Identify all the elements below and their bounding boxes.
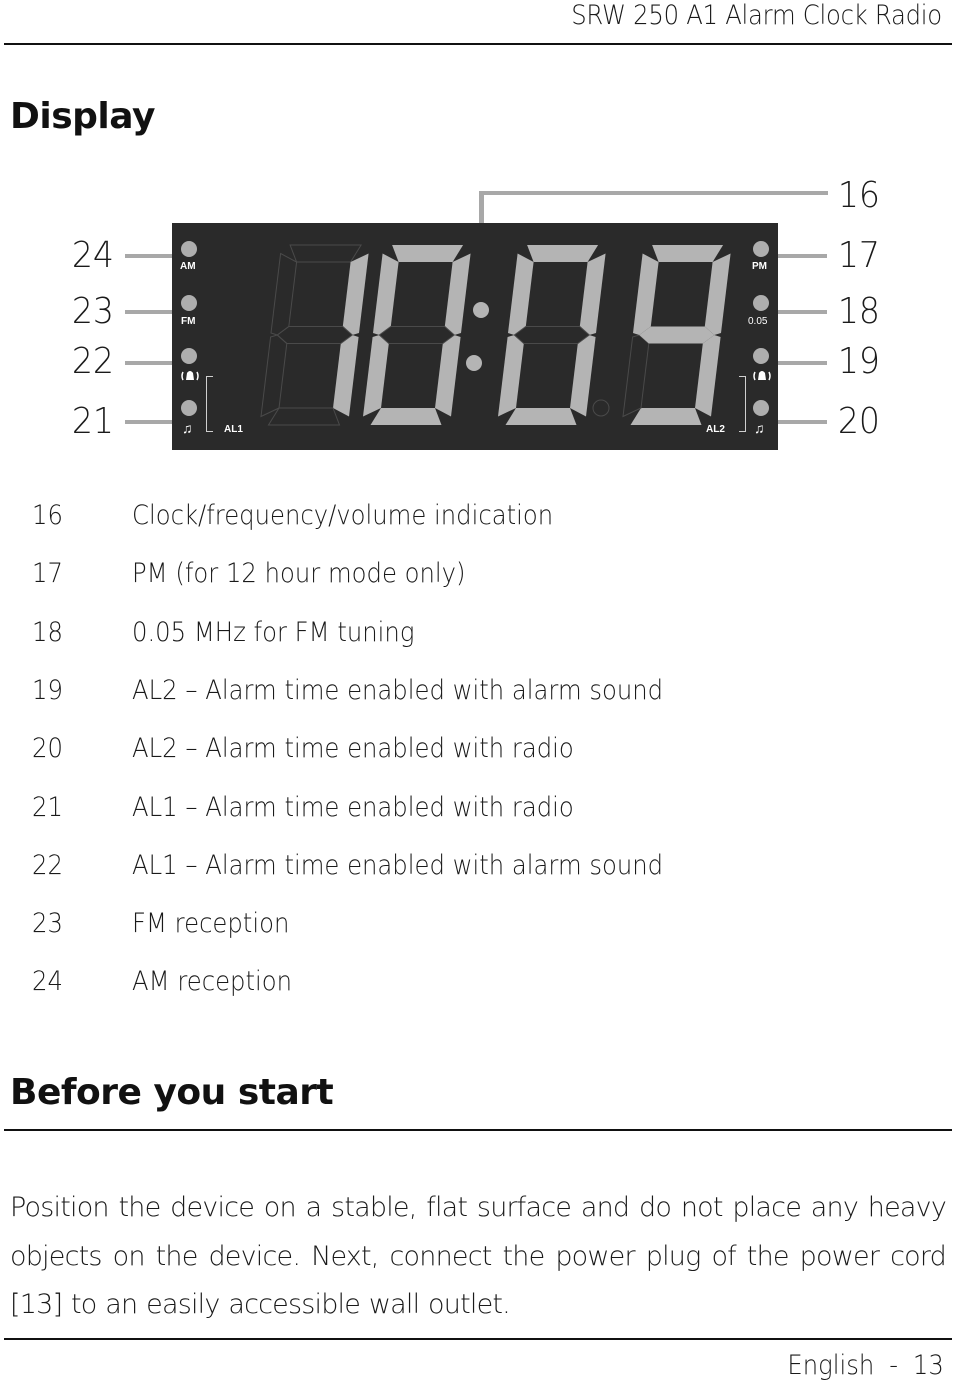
- footer-language: English: [787, 1350, 875, 1381]
- legend-number: 22: [32, 849, 63, 881]
- digit-4-segment-e: [622, 334, 650, 418]
- running-header-title: SRW 250 A1 Alarm Clock Radio: [571, 0, 942, 31]
- legend-number: 20: [32, 733, 63, 765]
- digit-2-segment-a: [392, 245, 464, 262]
- digit-4-segment-d: [630, 408, 702, 425]
- digit-4-segment-f: [633, 253, 659, 335]
- before-you-start-paragraph: Position the device on a stable, flat su…: [10, 1192, 947, 1320]
- legend-number: 24: [32, 966, 63, 998]
- digit-2-segment-d: [370, 408, 442, 425]
- legend-number: 23: [32, 908, 63, 940]
- leader-line-20: [770, 420, 827, 424]
- callout-22: 22: [71, 341, 114, 382]
- legend-number: 21: [32, 791, 63, 823]
- digit-1-segment-e: [260, 334, 288, 418]
- legend-description: AM reception: [132, 966, 293, 998]
- legend-number: 19: [32, 674, 63, 706]
- digit-2-segment-c: [435, 335, 461, 417]
- digit-1-segment-b: [342, 253, 369, 335]
- digit-1-segment-d: [267, 407, 341, 426]
- seven-segment-clock-display: [260, 244, 731, 426]
- legend-description: AL2 – Alarm time enabled with radio: [132, 733, 574, 765]
- digit-3-segment-e: [498, 335, 524, 417]
- legend-description: Clock/frequency/volume indication: [132, 500, 554, 531]
- digit-3-segment-a: [527, 245, 599, 262]
- digit-2-segment-g: [378, 326, 456, 344]
- digit-2-segment-f: [373, 253, 399, 335]
- callout-17: 17: [837, 235, 880, 276]
- legend-description: AL1 – Alarm time enabled with radio: [132, 791, 574, 823]
- legend-number: 16: [32, 500, 63, 531]
- digit-4-segment-g: [639, 326, 715, 344]
- legend-number: 17: [32, 558, 63, 590]
- legend-description: 0.05 MHz for FM tuning: [132, 616, 415, 648]
- digit-3-segment-f: [508, 253, 534, 335]
- callout-16: 16: [837, 175, 880, 216]
- digit-3-segment-b: [579, 253, 606, 335]
- digit-2-segment-b: [444, 253, 471, 335]
- page-footer: English - 13: [788, 1350, 944, 1381]
- leader-line-19: [770, 361, 827, 365]
- digit-4-segment-c: [695, 335, 721, 417]
- footer-separator: -: [889, 1350, 899, 1381]
- footer-rule: [4, 1338, 952, 1340]
- section-heading-before-you-start: Before you start: [10, 1072, 334, 1113]
- digit-3-segment-d: [505, 408, 577, 425]
- digit-1-segment-c: [333, 335, 359, 417]
- legend-description: AL1 – Alarm time enabled with alarm soun…: [132, 849, 664, 881]
- callout-21: 21: [71, 401, 114, 442]
- lcd-panel: AM FM ♫ AL1 PM 0.05 ♫ AL2: [172, 223, 778, 450]
- digit-4-segment-b: [704, 253, 731, 335]
- leader-line-18: [770, 310, 827, 314]
- section-rule: [4, 1129, 952, 1131]
- section-heading-display: Display: [10, 96, 155, 137]
- digit-1-segment-a: [289, 244, 362, 263]
- callout-18: 18: [837, 291, 880, 332]
- callout-20: 20: [837, 401, 880, 442]
- leader-line-17: [770, 254, 827, 258]
- callout-24: 24: [71, 235, 114, 276]
- legend-number: 18: [32, 616, 63, 648]
- digit-3-segment-c: [570, 335, 596, 417]
- colon-dot-bottom: [466, 355, 482, 371]
- leader-line-16-horizontal: [479, 191, 828, 195]
- legend-description: PM (for 12 hour mode only): [132, 558, 466, 590]
- legend-description: AL2 – Alarm time enabled with alarm soun…: [132, 674, 664, 706]
- callout-23: 23: [71, 291, 114, 332]
- digit-4-segment-a: [652, 245, 724, 262]
- digit-3-segment-g: [513, 326, 591, 344]
- legend-description: FM reception: [132, 908, 290, 940]
- header-rule: [4, 43, 952, 45]
- digit-2-segment-e: [363, 335, 389, 417]
- callout-19: 19: [837, 341, 880, 382]
- display-diagram: 24 23 22 21 16 17 18 19 20 AM FM ♫ AL1 P…: [0, 170, 960, 460]
- digit-1-segment-g: [276, 326, 354, 344]
- page-number: 13: [913, 1350, 944, 1381]
- colon-dot-top: [473, 302, 489, 318]
- decimal-point-indicator: [592, 399, 610, 417]
- digit-1-segment-f: [270, 252, 298, 336]
